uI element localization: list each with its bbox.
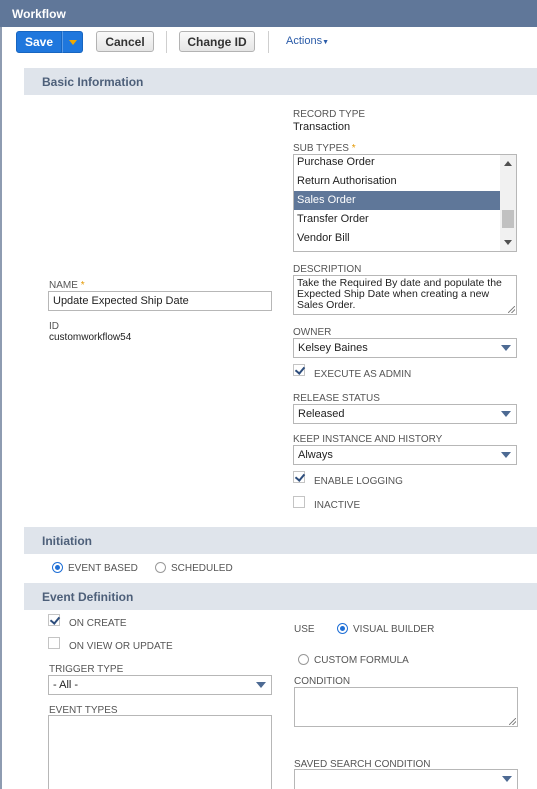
chevron-down-icon: ▼: [322, 39, 330, 46]
owner-value: Kelsey Baines: [298, 342, 368, 354]
keep-instance-value: Always: [298, 449, 333, 461]
on-create-label: ON CREATE: [69, 618, 127, 629]
required-icon: *: [351, 143, 356, 154]
saved-search-select[interactable]: [294, 769, 518, 789]
chevron-down-icon: [501, 345, 511, 351]
scrollbar[interactable]: [500, 155, 516, 251]
owner-select[interactable]: Kelsey Baines: [293, 338, 517, 358]
inactive-label: INACTIVE: [314, 500, 361, 511]
record-type-label: RECORD TYPE: [293, 109, 366, 120]
on-create-checkbox[interactable]: [48, 614, 60, 626]
release-status-label: RELEASE STATUS: [293, 393, 380, 404]
sub-types-listbox[interactable]: Purchase Order Return Authorisation Sale…: [293, 154, 517, 252]
save-button[interactable]: Save: [16, 31, 62, 53]
enable-logging-checkbox[interactable]: [293, 471, 305, 483]
scroll-thumb[interactable]: [502, 210, 514, 228]
name-input[interactable]: Update Expected Ship Date: [48, 291, 272, 311]
toolbar-divider: [268, 31, 269, 53]
list-item[interactable]: Return Authorisation: [294, 172, 500, 191]
section-title: Event Definition: [42, 590, 134, 604]
trigger-type-value: - All -: [53, 679, 79, 691]
description-text: Take the Required By date and populate t…: [297, 277, 502, 311]
visual-builder-radio[interactable]: [337, 623, 348, 634]
execute-as-admin-label: EXECUTE AS ADMIN: [314, 369, 412, 380]
id-label: ID: [49, 321, 59, 332]
save-menu-button[interactable]: [62, 31, 83, 53]
section-initiation[interactable]: Initiation: [24, 527, 537, 554]
actions-label: Actions: [286, 35, 323, 47]
owner-label: OWNER: [293, 327, 332, 338]
chevron-down-icon: [501, 411, 511, 417]
execute-as-admin-checkbox[interactable]: [293, 364, 305, 376]
record-type-value: Transaction: [293, 121, 351, 133]
visual-builder-label: VISUAL BUILDER: [353, 624, 435, 635]
list-item[interactable]: Transfer Order: [294, 210, 500, 229]
sub-types-label: SUB TYPES *: [293, 143, 356, 154]
resize-grip-icon[interactable]: [508, 306, 515, 313]
chevron-down-icon: [256, 682, 266, 688]
cancel-button[interactable]: Cancel: [96, 31, 154, 52]
id-value: customworkflow54: [49, 332, 132, 343]
section-event-definition[interactable]: Event Definition: [24, 583, 537, 610]
window-title: Workflow: [12, 7, 66, 21]
section-title: Initiation: [42, 534, 92, 548]
enable-logging-label: ENABLE LOGGING: [314, 476, 403, 487]
required-icon: *: [80, 280, 85, 291]
actions-menu[interactable]: Actions▼: [286, 35, 329, 47]
list-item-selected[interactable]: Sales Order: [294, 191, 500, 210]
release-status-value: Released: [298, 408, 345, 420]
chevron-down-icon: [69, 40, 77, 45]
condition-textarea[interactable]: [294, 687, 518, 727]
keep-instance-select[interactable]: Always: [293, 445, 517, 465]
trigger-type-select[interactable]: - All -: [48, 675, 272, 695]
event-types-listbox[interactable]: [48, 715, 272, 789]
custom-formula-radio[interactable]: [298, 654, 309, 665]
event-based-radio[interactable]: [52, 562, 63, 573]
trigger-type-label: TRIGGER TYPE: [49, 664, 124, 675]
chevron-down-icon: [501, 452, 511, 458]
scheduled-label: SCHEDULED: [171, 563, 233, 574]
on-view-update-checkbox[interactable]: [48, 637, 60, 649]
list-item[interactable]: Vendor Bill: [294, 229, 500, 248]
chevron-down-icon: [502, 776, 512, 782]
scroll-up-icon[interactable]: [504, 161, 512, 166]
keep-instance-label: KEEP INSTANCE AND HISTORY: [293, 434, 443, 445]
description-label: DESCRIPTION: [293, 264, 362, 275]
toolbar-divider: [166, 31, 167, 53]
inactive-checkbox[interactable]: [293, 496, 305, 508]
release-status-select[interactable]: Released: [293, 404, 517, 424]
condition-label: CONDITION: [294, 676, 351, 687]
left-border: [0, 27, 2, 789]
resize-grip-icon[interactable]: [509, 718, 516, 725]
section-basic-information[interactable]: Basic Information: [24, 68, 537, 95]
event-based-label: EVENT BASED: [68, 563, 138, 574]
change-id-button[interactable]: Change ID: [179, 31, 255, 52]
custom-formula-label: CUSTOM FORMULA: [314, 655, 409, 666]
scroll-down-icon[interactable]: [504, 240, 512, 245]
list-item[interactable]: Purchase Order: [294, 155, 500, 172]
use-label: USE: [294, 624, 315, 635]
description-textarea[interactable]: Take the Required By date and populate t…: [293, 275, 517, 315]
section-title: Basic Information: [42, 75, 144, 89]
window-titlebar: Workflow: [0, 0, 537, 27]
name-label: NAME *: [49, 280, 85, 291]
scheduled-radio[interactable]: [155, 562, 166, 573]
on-view-update-label: ON VIEW OR UPDATE: [69, 641, 173, 652]
